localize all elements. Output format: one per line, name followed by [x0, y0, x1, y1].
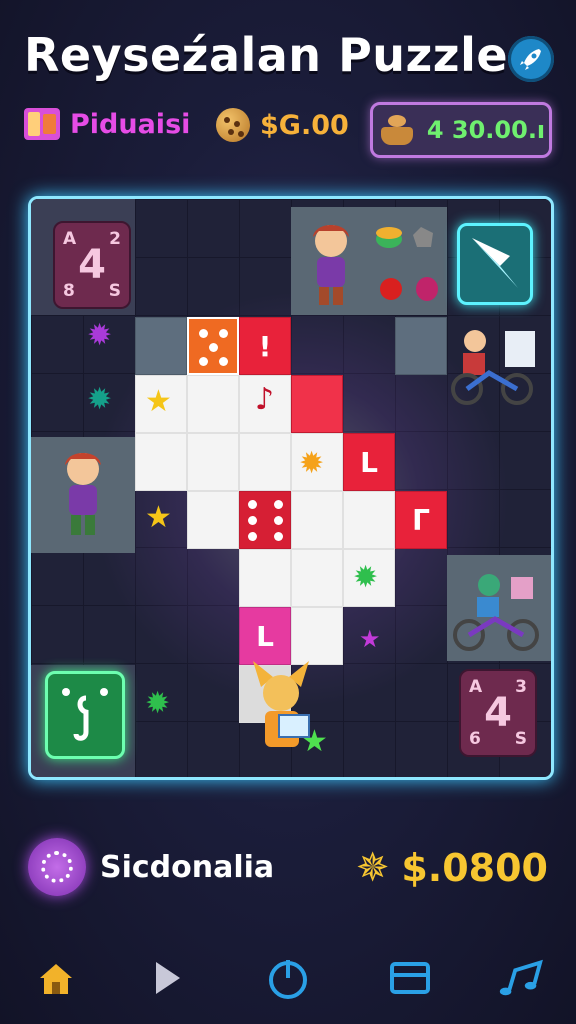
currency-stat: $G.00 [216, 108, 349, 142]
treasure-pot-icon [377, 115, 417, 145]
green-gem-icon: ✹ [353, 560, 379, 595]
bottom-nav [0, 938, 576, 1018]
currency-value: $G.00 [260, 109, 349, 141]
dice-orange[interactable] [187, 317, 239, 375]
tile-grey[interactable] [395, 317, 447, 375]
tile-text: ! [258, 329, 272, 363]
fox-character-icon [253, 661, 310, 747]
nav-power[interactable] [264, 954, 312, 1002]
music-note-icon: ♪ [255, 382, 275, 417]
tile-red[interactable]: ! [239, 317, 291, 375]
tile-white[interactable] [187, 375, 239, 433]
tile-text: Γ [412, 503, 430, 537]
play-icon [156, 962, 180, 994]
arrow-card[interactable] [457, 223, 533, 305]
tile-grey[interactable] [135, 317, 187, 375]
tile-red[interactable] [291, 375, 343, 433]
tile-red[interactable]: Γ [395, 491, 447, 549]
tile-white[interactable] [291, 549, 343, 607]
page-title: Reyseźalan Puzzle [24, 28, 509, 82]
sun-gem-icon: ✹ [299, 446, 325, 481]
star-burst-icon: ✵ [355, 845, 390, 891]
coins-value: 4 30.00.ı [426, 116, 546, 144]
nav-card[interactable] [386, 954, 434, 1002]
settings-button[interactable] [508, 36, 554, 82]
gear-badge-icon[interactable] [28, 838, 86, 896]
tile-pink[interactable]: L [239, 607, 291, 665]
card-corner: 2 [109, 229, 121, 249]
power-icon [269, 960, 307, 999]
stats-bar: Piduaisi $G.00 4 30.00.ı [24, 102, 552, 158]
purple-gem-icon: ✹ [87, 318, 113, 353]
card-corner: 8 [63, 281, 75, 301]
delivery-cyclist-icon [453, 574, 539, 651]
card-corner: 6 [469, 729, 481, 749]
tile-white[interactable] [187, 433, 239, 491]
star-icon: ★ [145, 384, 172, 419]
tile-text: L [256, 619, 274, 653]
card-corner: S [108, 281, 121, 301]
star-icon: ★ [359, 625, 381, 653]
tile-white[interactable] [291, 607, 343, 665]
tile-white[interactable] [291, 491, 343, 549]
cookie-icon [216, 108, 250, 142]
pointer-icon [472, 238, 518, 288]
music-card[interactable] [45, 671, 125, 759]
card-corner: S [514, 729, 527, 749]
card-icon [390, 962, 430, 994]
cyclist-character-icon [451, 330, 535, 405]
card-corner: A [469, 677, 483, 697]
score-value: $.0800 [401, 846, 548, 890]
nav-music[interactable] [496, 954, 544, 1002]
tile-white[interactable] [187, 491, 239, 549]
score-display: ✵ $.0800 [356, 846, 548, 890]
star-icon: ★ [145, 500, 172, 535]
player-label: Piduaisi [70, 108, 191, 140]
nav-play[interactable] [142, 954, 190, 1002]
card-corner: 3 [515, 677, 527, 697]
home-icon [40, 964, 72, 994]
tile-red[interactable]: L [343, 433, 395, 491]
girl-character-icon [313, 225, 349, 305]
tile-white[interactable] [343, 491, 395, 549]
card-number: 4 [78, 242, 106, 288]
card-corner: A [63, 229, 77, 249]
player-name: Sicdonalia [100, 849, 275, 885]
book-icon [24, 108, 60, 140]
rocket-icon [520, 49, 541, 70]
number-card[interactable]: A 3 4 6 S [459, 669, 537, 757]
puzzle-board: ! L Γ L A 2 4 8 S A 3 4 6 S ✹ ✹ ★ ★ ✹ ✹ … [28, 196, 554, 780]
boy-character-icon [65, 453, 101, 535]
tile-white[interactable] [239, 433, 291, 491]
teal-gem-icon: ✹ [87, 382, 113, 417]
player-footer: Sicdonalia [28, 838, 274, 896]
note-icon [62, 688, 108, 741]
music-icon [499, 959, 543, 996]
card-number: 4 [484, 690, 512, 736]
dice-red[interactable] [239, 491, 291, 549]
nav-home[interactable] [32, 954, 80, 1002]
tile-white[interactable] [135, 433, 187, 491]
tile-text: L [360, 445, 378, 479]
fruits-icon [376, 227, 438, 301]
player-stat: Piduaisi [24, 108, 190, 140]
number-card[interactable]: A 2 4 8 S [53, 221, 131, 309]
tile-white[interactable] [239, 549, 291, 607]
green-gem-icon: ✹ [145, 686, 171, 721]
coins-box[interactable]: 4 30.00.ı [370, 102, 552, 158]
